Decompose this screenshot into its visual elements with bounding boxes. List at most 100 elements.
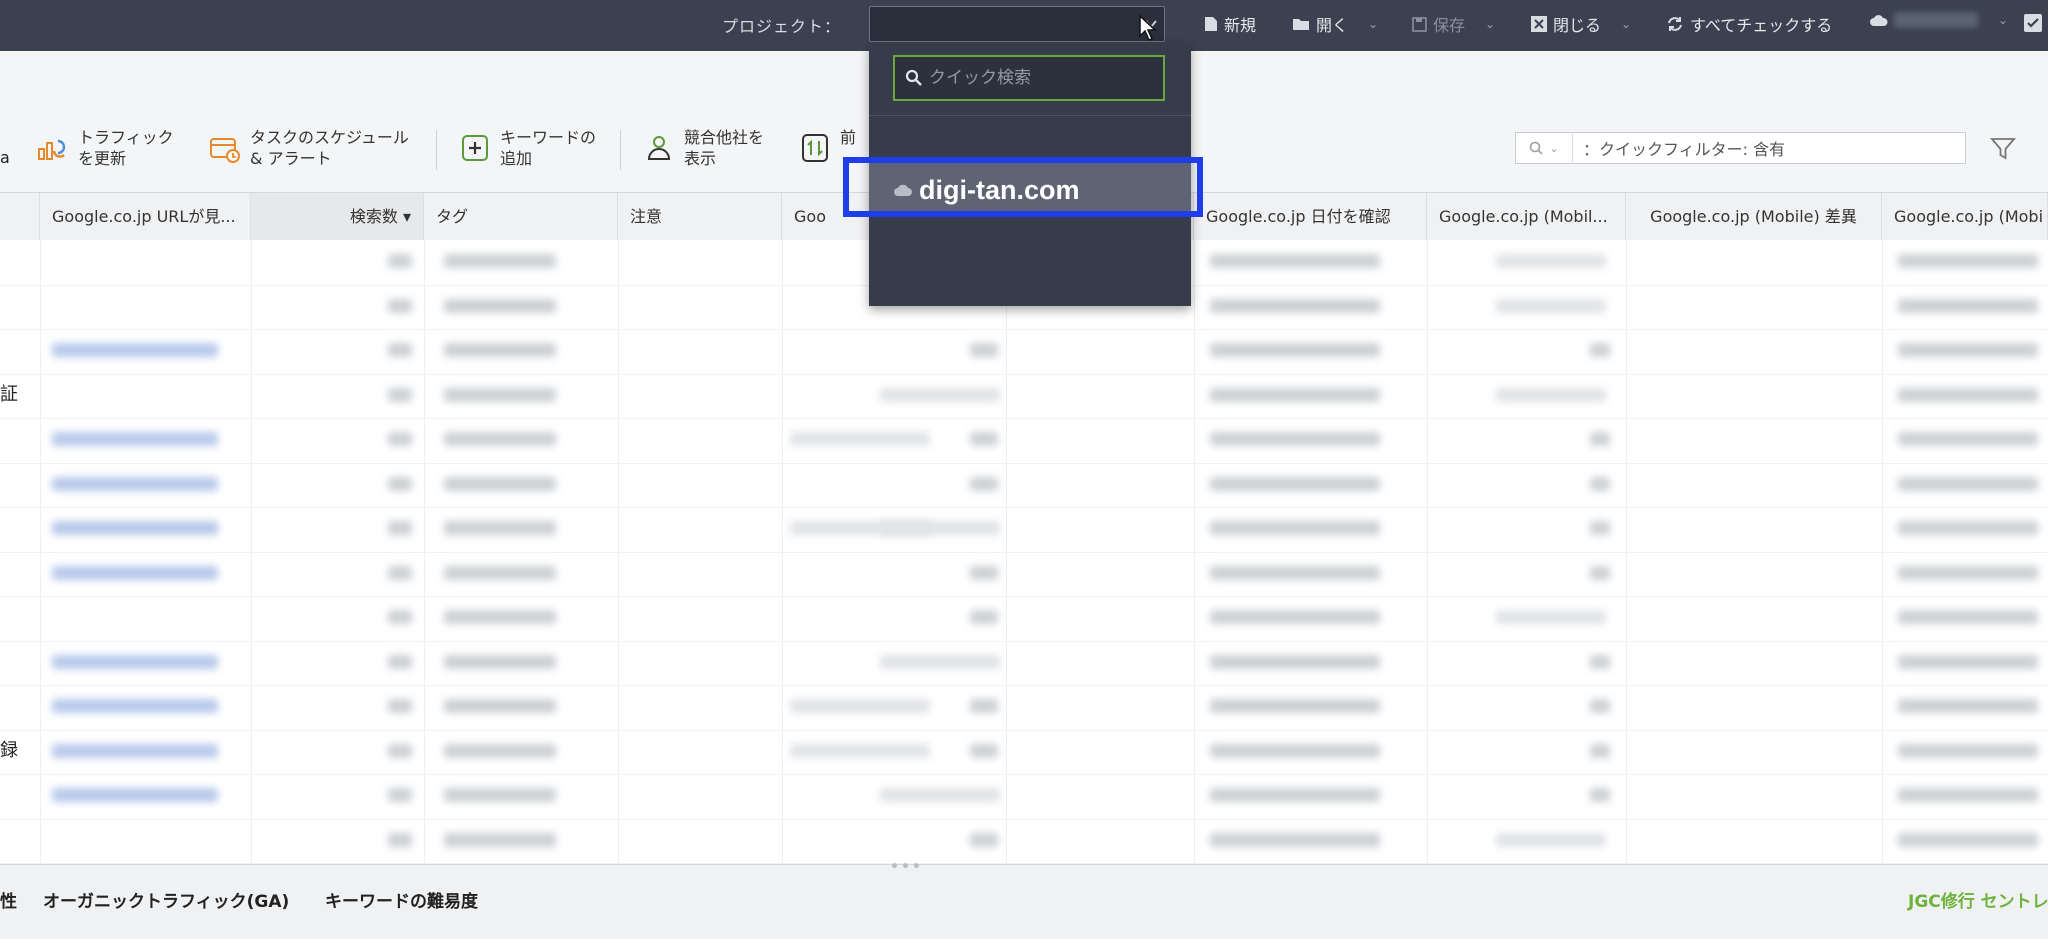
table-cell	[1210, 521, 1380, 535]
column-header-mobile[interactable]: Google.co.jp (Mobil...	[1427, 193, 1626, 240]
table-cell	[970, 610, 998, 624]
table-cell	[388, 610, 412, 624]
table-cell	[1496, 610, 1606, 624]
table-cell	[1590, 521, 1610, 535]
search-dropdown[interactable]: ⌄	[1516, 133, 1573, 163]
chevron-down-icon[interactable]: ⌄	[1998, 13, 2008, 27]
table-cell	[388, 254, 412, 268]
chevron-down-icon: ⌄	[1549, 141, 1559, 155]
table-row[interactable]	[0, 641, 2048, 686]
account-name	[1894, 12, 1978, 28]
table-cell	[52, 476, 218, 491]
checkbox-icon[interactable]	[2024, 14, 2042, 32]
column-header-tag[interactable]: タグ	[424, 193, 618, 240]
column-header-mobile-2[interactable]: Google.co.jp (Mobi	[1882, 193, 2048, 240]
table-cell	[52, 521, 218, 535]
table-cell	[388, 476, 412, 491]
table-cell	[1210, 565, 1380, 580]
new-button[interactable]: 新規	[1204, 12, 1256, 36]
table-cell	[444, 432, 556, 446]
previous-button[interactable]: 前	[798, 127, 856, 165]
table-cell	[1210, 343, 1380, 357]
table-cell	[1496, 254, 1606, 268]
table-row[interactable]	[0, 819, 2048, 864]
column-header-edge	[0, 193, 40, 240]
column-header-url[interactable]: Google.co.jp URLが見...	[40, 193, 251, 240]
refresh-icon	[1668, 17, 1682, 31]
table-cell	[1898, 788, 2038, 802]
quick-search-field[interactable]	[893, 55, 1165, 101]
filter-icon[interactable]	[1990, 136, 2016, 162]
save-icon	[1412, 16, 1427, 32]
toolbar-edge-text: a	[0, 148, 10, 167]
chevron-down-icon[interactable]: ⌄	[1621, 17, 1631, 31]
open-button[interactable]: 開く ⌄	[1292, 12, 1378, 36]
save-button[interactable]: 保存 ⌄	[1412, 12, 1495, 36]
grid-body: 証 録	[0, 240, 2048, 864]
quick-search-input[interactable]	[923, 67, 1151, 89]
table-cell	[444, 298, 556, 313]
tab-right-label[interactable]: JGC修行 セントレ	[1908, 887, 2048, 912]
column-header-search-volume[interactable]: 検索数 ▾	[251, 193, 424, 240]
table-cell	[388, 387, 412, 402]
quick-filter-input[interactable]: ⌄ ：クイックフィルター: 含有	[1515, 132, 1966, 164]
table-row[interactable]	[0, 685, 2048, 731]
add-keyword-button[interactable]: キーワードの 追加	[458, 127, 596, 169]
table-cell	[1210, 743, 1380, 758]
table-cell	[970, 699, 998, 713]
table-cell	[388, 565, 412, 580]
table-cell	[1210, 476, 1380, 491]
table-row[interactable]	[0, 374, 2048, 419]
table-row[interactable]	[0, 418, 2048, 464]
table-cell	[1590, 743, 1610, 758]
table-cell	[790, 699, 930, 713]
table-cell	[1898, 254, 2038, 268]
schedule-alert-label-1: タスクのスケジュール	[250, 128, 409, 147]
mouse-cursor-icon	[1139, 14, 1157, 41]
table-row[interactable]	[0, 329, 2048, 375]
table-row[interactable]	[0, 774, 2048, 820]
table-cell	[444, 699, 556, 713]
project-item-digi-tan[interactable]: digi-tan.com	[869, 163, 1191, 217]
table-cell	[388, 521, 412, 535]
tab-keyword-difficulty[interactable]: キーワードの難易度	[325, 887, 478, 912]
project-select[interactable]	[869, 6, 1165, 42]
table-cell	[1496, 387, 1606, 402]
check-all-label: すべてチェックする	[1690, 16, 1833, 35]
table-cell	[1210, 788, 1380, 802]
account-menu[interactable]: ⌄	[1870, 12, 2008, 28]
chevron-down-icon[interactable]: ⌄	[1485, 17, 1495, 31]
table-cell	[1590, 476, 1610, 491]
table-row[interactable]	[0, 730, 2048, 775]
tab-organic-traffic[interactable]: オーガニックトラフィック(GA)	[43, 887, 289, 912]
tab-edge[interactable]: 性	[0, 887, 17, 912]
table-cell	[52, 343, 218, 357]
add-icon	[462, 135, 488, 161]
column-header-note[interactable]: 注意	[618, 193, 782, 240]
update-traffic-button[interactable]: トラフィック を更新	[36, 127, 174, 169]
table-cell	[388, 298, 412, 313]
table-cell	[1898, 610, 2038, 624]
column-header-check-date[interactable]: Google.co.jp 日付を確認	[1194, 193, 1427, 240]
chevron-down-icon[interactable]: ⌄	[1368, 17, 1378, 31]
table-cell	[970, 565, 998, 580]
schedule-alert-button[interactable]: タスクのスケジュール & アラート	[208, 127, 409, 169]
folder-icon	[1293, 19, 1309, 30]
cloud-icon	[1870, 14, 1888, 26]
table-row[interactable]	[0, 596, 2048, 642]
table-cell	[1898, 699, 2038, 713]
column-header-mobile-diff[interactable]: Google.co.jp (Mobile) 差異	[1626, 193, 1882, 240]
table-cell	[880, 521, 1000, 535]
table-cell	[388, 343, 412, 357]
resize-handle[interactable]: •••	[890, 859, 923, 875]
table-cell	[1496, 298, 1606, 313]
table-row[interactable]	[0, 507, 2048, 553]
add-keyword-label-2: 追加	[500, 149, 533, 168]
table-cell	[1210, 832, 1380, 847]
show-competitors-button[interactable]: 競合他社を 表示	[642, 127, 764, 169]
table-row[interactable]	[0, 552, 2048, 597]
close-button[interactable]: 閉じる ⌄	[1531, 12, 1631, 36]
table-row[interactable]	[0, 463, 2048, 508]
table-cell	[1496, 832, 1606, 847]
check-all-button[interactable]: すべてチェックする	[1666, 12, 1832, 36]
